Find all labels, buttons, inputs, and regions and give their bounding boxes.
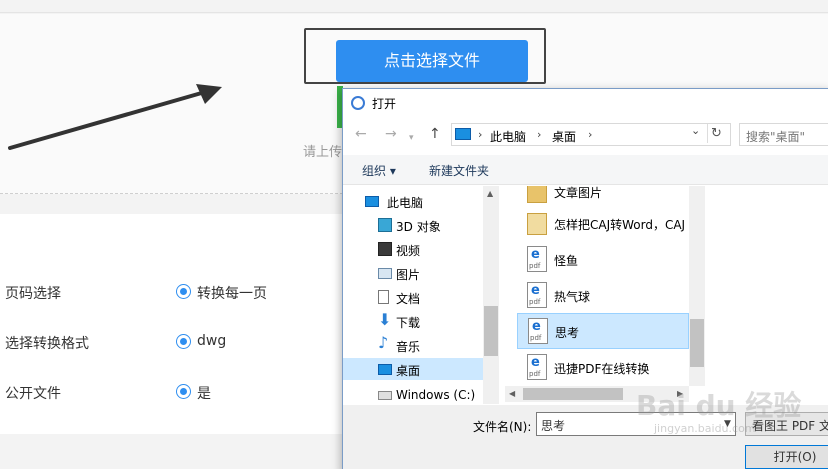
download-icon: ⬇ — [378, 310, 392, 329]
desktop-icon — [378, 364, 392, 375]
pdf-file-icon: e pdf — [527, 354, 547, 380]
top-divider — [0, 12, 828, 13]
filename-label: 文件名(N): — [473, 420, 532, 434]
new-folder-button[interactable]: 新建文件夹 — [429, 162, 489, 179]
music-icon: ♪ — [378, 333, 389, 352]
folder-icon — [527, 213, 547, 235]
computer-icon — [365, 196, 379, 207]
list-item-selected[interactable]: e pdf 思考 — [517, 313, 689, 349]
list-item[interactable]: e pdf 怪鱼 — [517, 242, 689, 278]
dialog-bottom-bar: 文件名(N): 思考 ▼ 看图王 PDF 文 打开(O) — [343, 405, 828, 469]
nav-item-video[interactable]: 视频 — [343, 238, 483, 260]
chevron-down-icon[interactable]: ▼ — [724, 419, 731, 429]
pointer-arrow-icon — [8, 84, 222, 150]
option-radio-format[interactable] — [176, 334, 191, 349]
3d-objects-icon — [378, 218, 392, 232]
chevron-right-icon: › — [478, 128, 483, 141]
up-arrow-icon[interactable]: ↑ — [429, 126, 441, 142]
option-radio-page[interactable] — [176, 284, 191, 299]
list-item[interactable]: e pdf 迅捷PDF在线转换 — [517, 350, 689, 386]
dialog-navbar: ← → ▾ ↑ › 此电脑 › 桌面 › ⌄ ↻ 搜索"桌面" — [343, 121, 828, 149]
pdf-file-icon: e pdf — [527, 246, 547, 272]
scroll-left-icon[interactable]: ◀ — [509, 389, 515, 398]
nav-item-music[interactable]: ♪ 音乐 — [343, 334, 483, 356]
chevron-right-icon: › — [537, 128, 542, 141]
pdf-file-icon: e pdf — [528, 318, 548, 344]
pdf-file-icon: e pdf — [527, 282, 547, 308]
open-button[interactable]: 打开(O) — [745, 445, 828, 469]
option-value-format: dwg — [197, 333, 227, 349]
nav-scrollbar[interactable]: ▲ — [483, 186, 499, 404]
scroll-right-icon[interactable]: ▶ — [677, 389, 683, 398]
search-input[interactable]: 搜索"桌面" — [739, 123, 828, 146]
app-icon — [351, 96, 365, 110]
dialog-title: 打开 — [372, 97, 397, 111]
file-scroll-thumb[interactable] — [690, 319, 704, 367]
address-dropdown-icon[interactable]: ⌄ — [691, 124, 700, 137]
option-value-page: 转换每一页 — [197, 286, 267, 302]
chevron-right-icon: › — [588, 128, 593, 141]
option-label-page: 页码选择 — [5, 286, 61, 302]
forward-arrow-icon[interactable]: → — [385, 126, 397, 142]
option-radio-public[interactable] — [176, 384, 191, 399]
scroll-up-icon[interactable]: ▲ — [487, 189, 493, 198]
option-label-format: 选择转换格式 — [5, 336, 89, 352]
filetype-select[interactable]: 看图王 PDF 文 — [745, 412, 828, 436]
folder-icon — [527, 186, 547, 203]
file-list: 文章图片 怎样把CAJ转Word，CAJ e pdf 怪鱼 e pdf 热气球 ep… — [505, 186, 707, 404]
breadcrumb-pc[interactable]: 此电脑 — [490, 128, 526, 145]
dialog-titlebar[interactable]: 打开 — [343, 89, 828, 117]
drive-icon — [378, 391, 392, 400]
option-label-public: 公开文件 — [5, 386, 61, 402]
video-icon — [378, 242, 392, 256]
nav-item-pc[interactable]: 此电脑 — [343, 190, 483, 212]
pictures-icon — [378, 268, 392, 279]
option-value-public: 是 — [197, 386, 211, 402]
address-bar[interactable]: › 此电脑 › 桌面 › — [451, 123, 731, 146]
computer-icon — [455, 128, 471, 140]
upload-hint: 请上传 — [303, 145, 343, 160]
documents-icon — [378, 290, 389, 304]
list-item[interactable]: 怎样把CAJ转Word，CAJ — [517, 206, 689, 242]
breadcrumb-desktop[interactable]: 桌面 — [552, 128, 576, 145]
nav-item-documents[interactable]: 文档 — [343, 286, 483, 308]
list-item[interactable]: e pdf 热气球 — [517, 278, 689, 314]
horizontal-scroll-thumb[interactable] — [523, 388, 623, 400]
back-arrow-icon[interactable]: ← — [355, 126, 367, 142]
history-chevron-icon[interactable]: ▾ — [409, 130, 414, 146]
organize-button[interactable]: 组织 ▾ — [362, 162, 396, 179]
filename-input[interactable]: 思考 — [536, 412, 736, 436]
nav-item-downloads[interactable]: ⬇ 下载 — [343, 310, 483, 332]
dialog-toolbar: 组织 ▾ 新建文件夹 — [343, 155, 828, 185]
open-file-dialog: 打开 ← → ▾ ↑ › 此电脑 › 桌面 › ⌄ ↻ 搜索"桌面" 组织 ▾ … — [342, 88, 828, 469]
nav-item-desktop[interactable]: 桌面 — [343, 358, 483, 380]
nav-item-drive-c[interactable]: Windows (C:) — [343, 384, 483, 404]
choose-file-button[interactable]: 点击选择文件 — [336, 40, 528, 82]
nav-scroll-thumb[interactable] — [484, 306, 498, 356]
navigation-pane: 此电脑 3D 对象 视频 图片 文档 ⬇ 下载 ♪ 音乐 桌面 Windows … — [343, 186, 499, 404]
nav-item-pictures[interactable]: 图片 — [343, 262, 483, 284]
refresh-icon[interactable]: ↻ — [707, 124, 725, 143]
nav-item-3d[interactable]: 3D 对象 — [343, 214, 483, 236]
